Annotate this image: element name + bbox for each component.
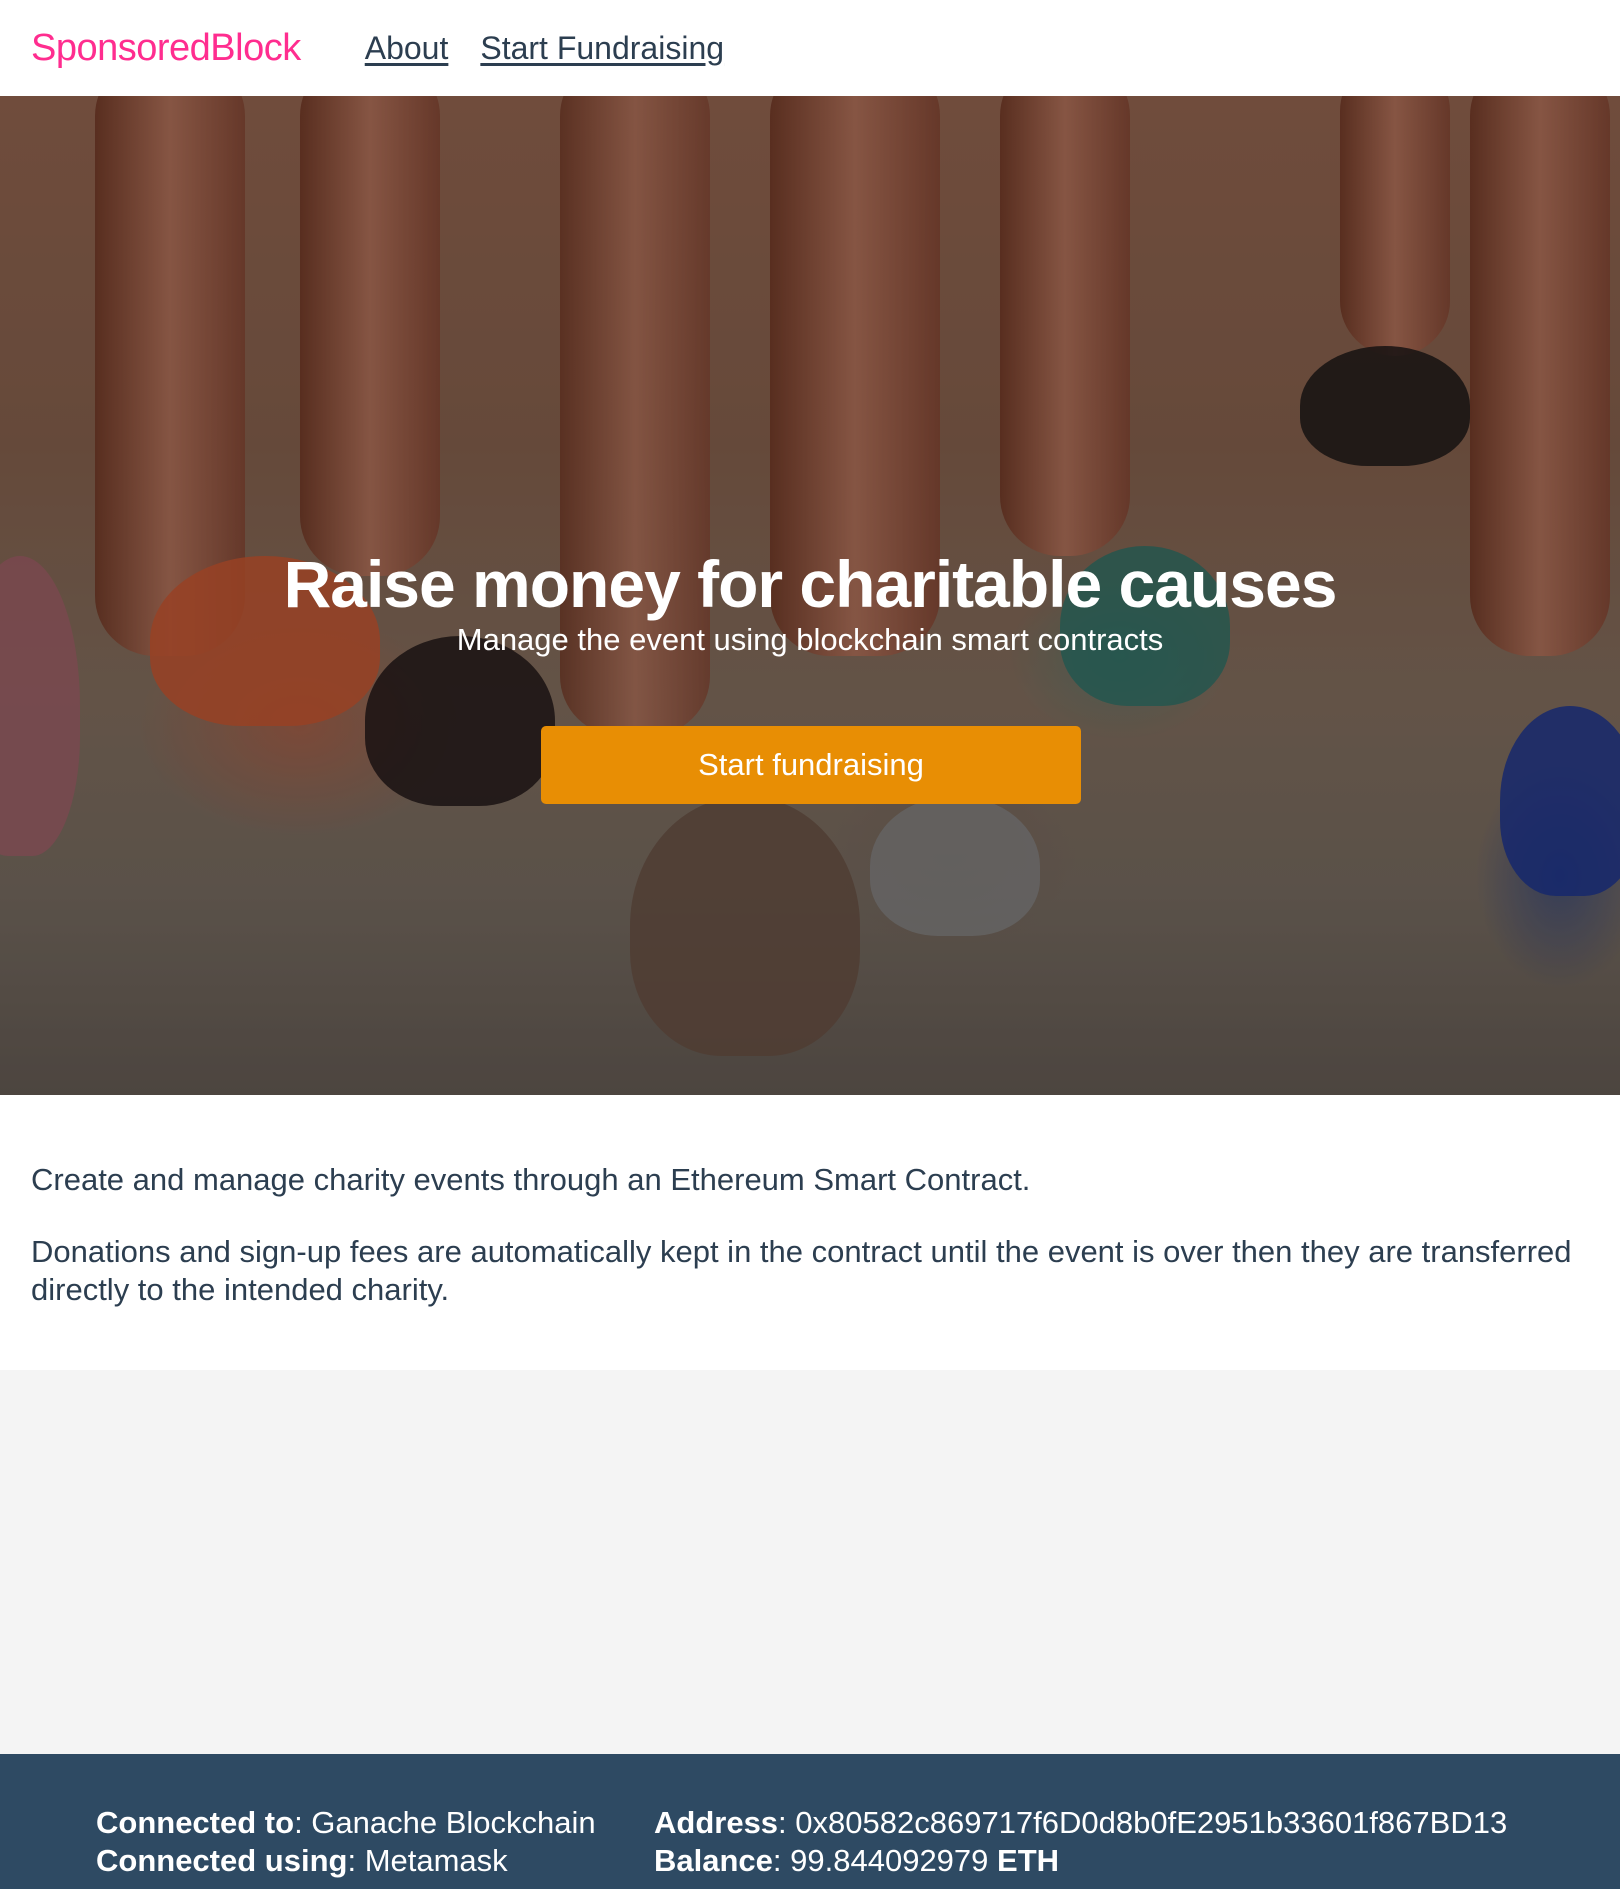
balance-unit: ETH [997, 1843, 1060, 1878]
start-fundraising-button[interactable]: Start fundraising [541, 726, 1081, 804]
connected-using-row: Connected using: Metamask [96, 1843, 508, 1878]
nav-link-about[interactable]: About [365, 30, 449, 67]
account-info: Address: 0x80582c869717f6D0d8b0fE2951b33… [654, 1804, 1507, 1880]
hero-banner: Raise money for charitable causes Manage… [0, 96, 1620, 1095]
connected-to-value: Ganache Blockchain [311, 1805, 596, 1840]
connected-to-row: Connected to: Ganache Blockchain [96, 1805, 596, 1840]
hero-subtitle: Manage the event using blockchain smart … [456, 622, 1164, 657]
intro-paragraph: Donations and sign-up fees are automatic… [31, 1234, 1572, 1307]
page: SponsoredBlock About Start Fundraising R… [0, 0, 1620, 1889]
address-value: 0x80582c869717f6D0d8b0fE2951b33601f867BD… [795, 1805, 1508, 1840]
address-label: Address [654, 1805, 779, 1840]
connection-info: Connected to: Ganache Blockchain Connect… [96, 1804, 596, 1880]
balance-row: Balance: 99.844092979 ETH [654, 1843, 1060, 1878]
connected-using-value: Metamask [364, 1843, 508, 1878]
brand-logo[interactable]: SponsoredBlock [31, 27, 301, 70]
nav-link-start-fundraising[interactable]: Start Fundraising [480, 30, 724, 67]
intro-paragraph: Create and manage charity events through… [31, 1162, 1031, 1197]
intro-section: Create and manage charity events through… [0, 1095, 1620, 1370]
hero-title: Raise money for charitable causes [283, 547, 1338, 621]
connected-to-label: Connected to [96, 1805, 295, 1840]
balance-value: 99.844092979 [790, 1843, 989, 1878]
connected-using-label: Connected using [96, 1843, 348, 1878]
balance-label: Balance [654, 1843, 773, 1878]
top-nav: SponsoredBlock About Start Fundraising [0, 0, 1620, 96]
address-row: Address: 0x80582c869717f6D0d8b0fE2951b33… [654, 1805, 1508, 1840]
connection-footer: Connected to: Ganache Blockchain Connect… [0, 1754, 1620, 1889]
